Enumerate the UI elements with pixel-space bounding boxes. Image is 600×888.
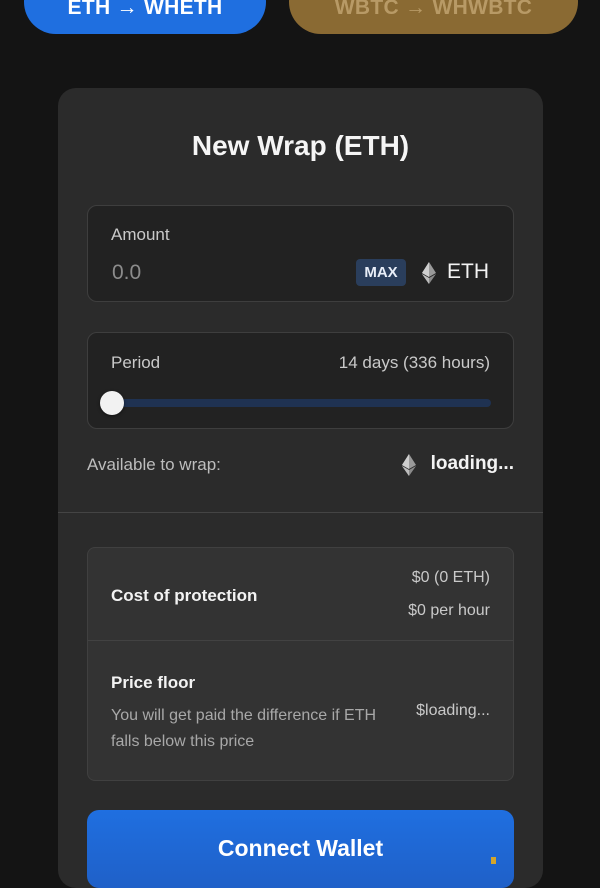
amount-input[interactable] xyxy=(108,258,316,288)
eth-icon xyxy=(422,262,436,284)
connect-wallet-label: Connect Wallet xyxy=(217,835,384,861)
price-floor-value: $loading... xyxy=(416,702,490,719)
tab-wbtc-to-whwbtc[interactable]: WBTC → WHWBTC xyxy=(289,0,578,34)
section-divider xyxy=(58,512,543,513)
tab-wbtc-label: WBTC → WHWBTC xyxy=(334,0,533,19)
connect-wallet-button[interactable]: Connect Wallet xyxy=(87,810,514,888)
tab-eth-label: ETH → WHETH xyxy=(67,0,223,19)
info-row-divider xyxy=(88,640,513,641)
available-label: Available to wrap: xyxy=(87,455,221,474)
corner-mark xyxy=(491,857,496,864)
max-button[interactable]: MAX xyxy=(356,259,406,286)
period-slider-track[interactable] xyxy=(110,399,491,407)
amount-currency: ETH xyxy=(447,260,489,283)
amount-label: Amount xyxy=(111,225,170,244)
period-value: 14 days (336 hours) xyxy=(338,353,490,372)
card-title: New Wrap (ETH) xyxy=(191,130,410,161)
eth-icon xyxy=(402,454,416,476)
period-label: Period xyxy=(111,353,161,372)
period-slider-thumb[interactable] xyxy=(100,391,124,415)
amount-panel: Amount MAX ETH xyxy=(87,205,514,302)
cost-of-protection-value: $0 (0 ETH) xyxy=(411,569,490,586)
wrap-card: New Wrap (ETH) Amount MAX ETH Period 14 … xyxy=(58,88,543,888)
cost-of-protection-label: Cost of protection xyxy=(111,586,258,605)
tab-eth-to-wheth[interactable]: ETH → WHETH xyxy=(24,0,266,34)
period-panel: Period 14 days (336 hours) xyxy=(87,332,514,429)
available-value: loading... xyxy=(430,453,514,474)
cost-per-hour-value: $0 per hour xyxy=(408,602,490,619)
protection-info-panel: Cost of protection $0 (0 ETH) $0 per hou… xyxy=(87,547,514,781)
price-floor-label: Price floor xyxy=(111,673,196,692)
price-floor-description: You will get paid the difference if ETH … xyxy=(111,707,377,750)
